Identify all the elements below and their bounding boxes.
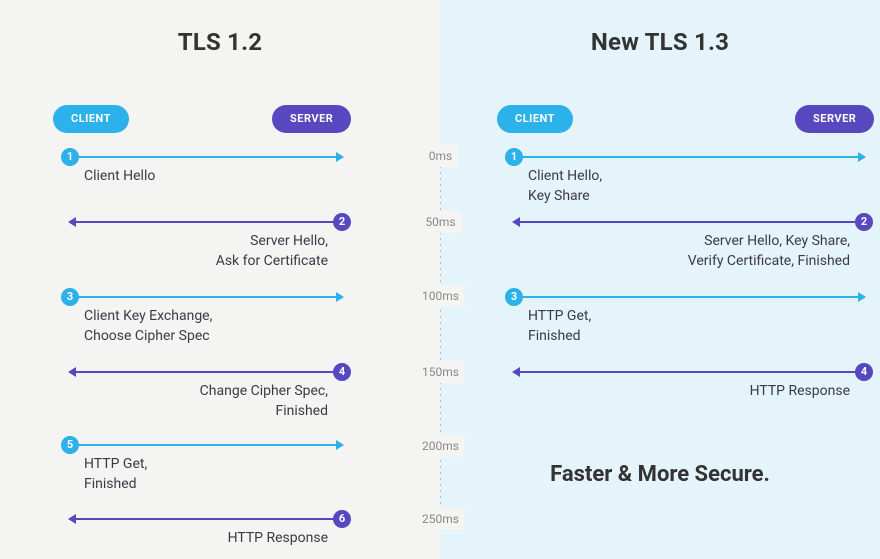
step-left-4: 4 Change Cipher Spec, Finished bbox=[70, 372, 342, 386]
time-axis: 0ms 50ms 100ms 150ms 200ms 250ms bbox=[440, 148, 441, 523]
arrow-line bbox=[76, 371, 336, 373]
step-label: HTTP Get, Finished bbox=[84, 455, 147, 494]
server-pill: SERVER bbox=[272, 105, 351, 133]
step-right-2: 2 Server Hello, Key Share, Verify Certif… bbox=[514, 222, 864, 236]
step-label: HTTP Get, Finished bbox=[528, 307, 591, 346]
step-label: HTTP Response bbox=[750, 382, 850, 402]
arrow-line bbox=[520, 156, 858, 158]
arrow-line bbox=[76, 296, 336, 298]
time-tick: 200ms bbox=[416, 435, 465, 457]
arrow-line bbox=[76, 156, 336, 158]
arrowhead-right-icon bbox=[336, 292, 344, 302]
step-label: Change Cipher Spec, Finished bbox=[200, 382, 328, 421]
panel-title-left: TLS 1.2 bbox=[0, 0, 440, 56]
time-tick: 50ms bbox=[419, 211, 461, 233]
arrowhead-left-icon bbox=[68, 514, 76, 524]
arrowhead-right-icon bbox=[336, 440, 344, 450]
arrowhead-left-icon bbox=[512, 217, 520, 227]
arrowhead-left-icon bbox=[512, 367, 520, 377]
tagline: Faster & More Secure. bbox=[440, 462, 880, 487]
arrowhead-left-icon bbox=[68, 217, 76, 227]
arrowhead-right-icon bbox=[858, 152, 866, 162]
step-left-1: 1 Client Hello bbox=[70, 157, 342, 171]
pill-row-right: CLIENT SERVER bbox=[440, 105, 880, 135]
step-label: HTTP Response bbox=[228, 529, 328, 549]
arrowhead-left-icon bbox=[68, 367, 76, 377]
time-tick: 250ms bbox=[416, 508, 465, 530]
arrowhead-right-icon bbox=[336, 152, 344, 162]
step-label: Client Hello bbox=[84, 167, 155, 187]
arrow-line bbox=[76, 518, 336, 520]
pill-row-left: CLIENT SERVER bbox=[0, 105, 440, 135]
panel-title-right: New TLS 1.3 bbox=[440, 0, 880, 56]
arrow-line bbox=[76, 444, 336, 446]
arrow-line bbox=[76, 221, 336, 223]
time-tick: 150ms bbox=[416, 361, 465, 383]
step-label: Client Key Exchange, Choose Cipher Spec bbox=[84, 307, 212, 346]
server-pill: SERVER bbox=[795, 105, 874, 133]
step-left-5: 5 HTTP Get, Finished bbox=[70, 445, 342, 459]
panel-tls13: New TLS 1.3 CLIENT SERVER 1 Client Hello… bbox=[440, 0, 880, 559]
client-pill: CLIENT bbox=[497, 105, 573, 133]
step-left-6: 6 HTTP Response bbox=[70, 519, 342, 533]
time-tick: 100ms bbox=[416, 285, 465, 307]
time-tick: 0ms bbox=[423, 145, 458, 167]
arrow-line bbox=[520, 296, 858, 298]
panel-tls12: TLS 1.2 CLIENT SERVER 1 Client Hello 2 S… bbox=[0, 0, 440, 559]
arrow-line bbox=[520, 371, 858, 373]
step-label: Server Hello, Key Share, Verify Certific… bbox=[688, 232, 850, 271]
step-label: Server Hello, Ask for Certificate bbox=[216, 232, 328, 271]
step-left-2: 2 Server Hello, Ask for Certificate bbox=[70, 222, 342, 236]
step-right-4: 4 HTTP Response bbox=[514, 372, 864, 386]
arrow-line bbox=[520, 221, 858, 223]
step-right-3: 3 HTTP Get, Finished bbox=[514, 297, 864, 311]
step-label: Client Hello, Key Share bbox=[528, 167, 602, 206]
step-right-1: 1 Client Hello, Key Share bbox=[514, 157, 864, 171]
arrowhead-right-icon bbox=[858, 292, 866, 302]
step-left-3: 3 Client Key Exchange, Choose Cipher Spe… bbox=[70, 297, 342, 311]
client-pill: CLIENT bbox=[53, 105, 129, 133]
